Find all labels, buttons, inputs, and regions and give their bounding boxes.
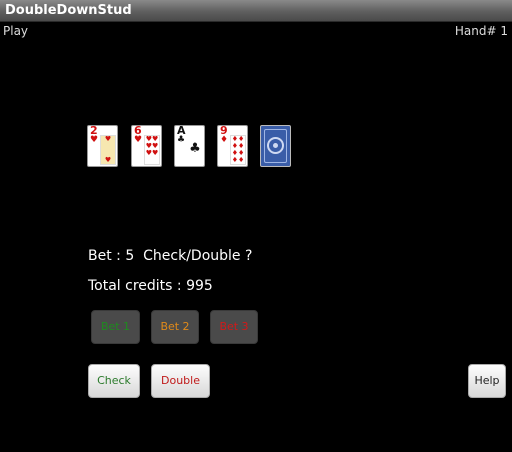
double-label: Double [161,374,200,387]
card-2: 6 ♥ ♥♥ ♥♥ ♥♥ [131,125,162,167]
card-4: 9 ♦ ♦♦ ♦♦ ♦♦ ♦♦ [217,125,248,167]
card-4-suit-icon: ♦ [220,135,229,145]
card-3-suit-icon: ♣ [177,135,186,145]
card-1: 2 ♥ ♥ ♥ [87,125,118,167]
card-4-pips: ♦♦ ♦♦ ♦♦ ♦♦ [230,135,246,165]
total-credits-text: Total credits : 995 [88,278,213,294]
card-5-face-down [260,125,291,167]
card-2-suit-icon: ♥ [134,135,143,145]
help-button[interactable]: Help [468,364,506,398]
bet-status-text: Bet : 5 Check/Double ? [88,248,253,264]
card-3: A ♣ ♣ [174,125,205,167]
check-label: Check [97,374,131,387]
card-3-pips: ♣ [187,135,203,165]
card-1-suit-icon: ♥ [90,135,99,145]
bet-3-label: Bet 3 [219,320,249,333]
check-button[interactable]: Check [88,364,140,398]
help-label: Help [474,374,500,387]
double-button[interactable]: Double [151,364,210,398]
bet-2-label: Bet 2 [160,320,190,333]
card-1-pips: ♥ ♥ [100,135,116,165]
bet-2-button[interactable]: Bet 2 [151,310,199,344]
mode-label: Play [3,24,29,38]
window-title: DoubleDownStud [5,3,132,18]
card-2-pips: ♥♥ ♥♥ ♥♥ [144,135,160,165]
bet-3-button[interactable]: Bet 3 [210,310,258,344]
card-back-dot [273,143,278,148]
hand-number: Hand# 1 [454,24,508,38]
title-bar: DoubleDownStud [0,0,512,22]
bet-1-button[interactable]: Bet 1 [91,310,140,344]
bet-1-label: Bet 1 [100,320,131,333]
